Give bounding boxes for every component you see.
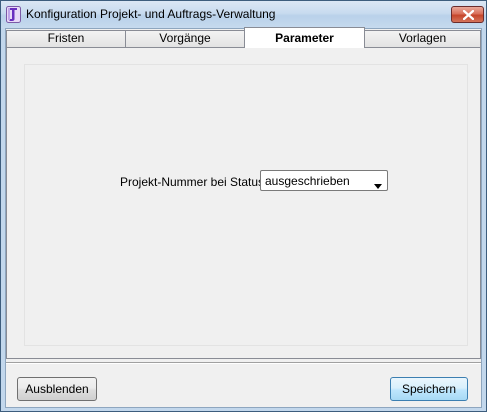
tab-vorlagen[interactable]: Vorlagen <box>364 30 481 47</box>
footer-divider <box>6 362 481 364</box>
window-title: Konfiguration Projekt- und Auftrags-Verw… <box>26 7 276 21</box>
hide-button[interactable]: Ausblenden <box>17 377 97 401</box>
status-dropdown[interactable]: ausgeschrieben <box>260 170 388 191</box>
save-button[interactable]: Speichern <box>390 377 468 401</box>
dialog-window: Konfiguration Projekt- und Auftrags-Verw… <box>0 0 487 412</box>
tab-vorgaenge[interactable]: Vorgänge <box>125 30 245 47</box>
tab-strip: Fristen Vorgänge Parameter Vorlagen <box>6 27 481 48</box>
tab-panel-parameter: Projekt-Nummer bei Status : ausgeschrieb… <box>6 47 481 359</box>
app-icon <box>6 6 21 23</box>
close-icon <box>463 10 474 20</box>
project-number-status-label: Projekt-Nummer bei Status : <box>120 175 271 189</box>
tab-fristen[interactable]: Fristen <box>6 30 126 47</box>
status-dropdown-value: ausgeschrieben <box>265 174 350 188</box>
dialog-client-area: Fristen Vorgänge Parameter Vorlagen Proj… <box>5 27 482 408</box>
close-button[interactable] <box>451 6 484 23</box>
parameter-group: Projekt-Nummer bei Status : ausgeschrieb… <box>24 64 468 346</box>
title-bar[interactable]: Konfiguration Projekt- und Auftrags-Verw… <box>1 1 486 28</box>
tab-parameter[interactable]: Parameter <box>244 27 365 48</box>
chevron-down-icon <box>374 178 382 192</box>
